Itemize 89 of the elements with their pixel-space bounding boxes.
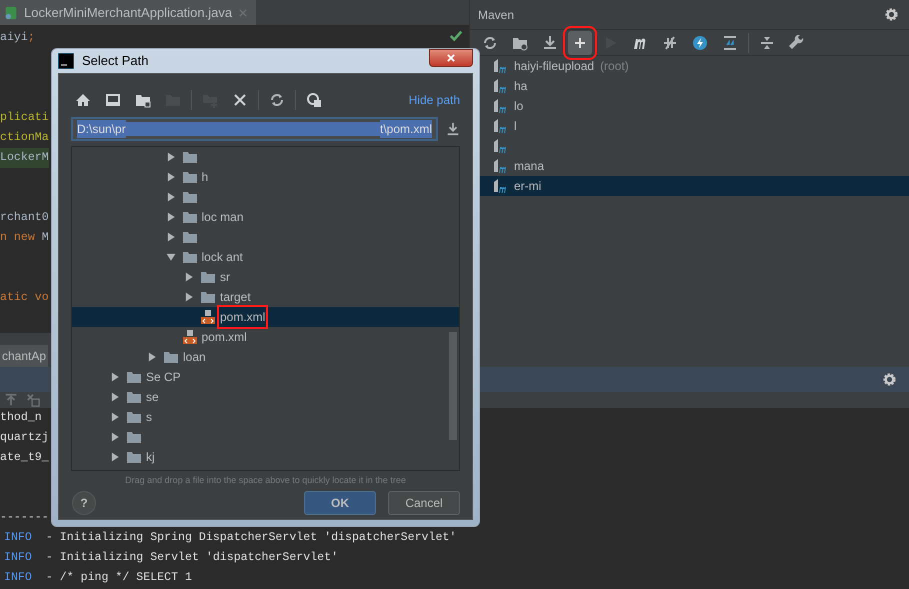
log-level: INFO [3, 571, 32, 584]
hide-path-link[interactable]: Hide path [408, 91, 460, 109]
refresh-icon [269, 92, 285, 108]
tree-row[interactable]: h [72, 167, 459, 187]
folder-icon [182, 229, 198, 245]
tree-row[interactable]: loan [72, 347, 459, 367]
settings-icon[interactable] [884, 7, 899, 22]
folder-icon [182, 249, 198, 265]
code-line: aiyi; [0, 30, 36, 46]
log-level: INFO [3, 551, 32, 564]
project-row[interactable]: mana [470, 156, 909, 176]
folder-icon [200, 289, 216, 305]
maven-module-icon [492, 98, 508, 114]
folder-icon [182, 209, 198, 225]
download-icon[interactable] [446, 122, 460, 136]
run-tab[interactable]: chantAp [0, 345, 48, 367]
app-logo-icon [58, 53, 74, 69]
tree-row[interactable]: loc man [72, 207, 459, 227]
folder-icon [200, 269, 216, 285]
desktop-icon [105, 92, 121, 108]
java-file-icon [4, 4, 18, 20]
tree-row[interactable]: pom.xml [72, 307, 459, 327]
console-text: ------- [0, 511, 49, 524]
log-level: INFO [3, 531, 32, 544]
folder-icon [126, 389, 142, 405]
wrench-icon [789, 34, 805, 50]
refresh-icon [482, 34, 498, 50]
close-icon [446, 53, 456, 63]
folder-icon [182, 189, 198, 205]
hint-text: Drag and drop a file into the space above to quickly locate it in the tree [124, 474, 407, 487]
skip-tests-icon [662, 34, 678, 50]
log-message: - /* ping */ SELECT 1 [46, 571, 192, 584]
maven-module-icon [492, 138, 508, 154]
xml-file-icon [182, 329, 198, 345]
folder-icon [126, 429, 142, 445]
path-input-field[interactable]: D:\sun\pr t\pom.xml [71, 117, 438, 141]
plus-button[interactable] [568, 30, 592, 54]
collapsed-arrow-icon[interactable] [147, 352, 157, 362]
folder-icon [182, 149, 198, 165]
editor-tab[interactable]: LockerMiniMerchantApplication.java [0, 0, 256, 25]
code-line: rchant0 [0, 210, 49, 226]
code-line: n new M [0, 230, 49, 246]
dialog-button[interactable]: Cancel [388, 491, 460, 515]
folder-icon [182, 169, 198, 185]
dialog-button[interactable]: OK [304, 491, 376, 515]
tree-row[interactable]: target [72, 287, 459, 307]
tree-row[interactable]: sr [72, 267, 459, 287]
tree-row[interactable]: pom.xml [72, 327, 459, 347]
settings-icon[interactable] [882, 372, 897, 387]
expand-icon [722, 34, 738, 50]
code-line: atic vo [0, 290, 49, 306]
maven-module-icon [492, 78, 508, 94]
project-row[interactable]: l [470, 116, 909, 136]
xml-file-icon [200, 309, 216, 325]
maven-module-icon [492, 118, 508, 134]
expanded-arrow-icon[interactable] [166, 252, 176, 262]
home-icon [75, 92, 91, 108]
folder-icon [126, 449, 142, 465]
maven-module-icon [492, 158, 508, 174]
folder-icon [163, 349, 179, 365]
folder-icon [126, 369, 142, 385]
close-button[interactable] [429, 49, 473, 67]
lightning-icon [692, 34, 708, 50]
download-icon [542, 34, 558, 50]
log-message: - Initializing Servlet 'dispatcherServlet' [46, 551, 338, 564]
folder-icon [135, 92, 151, 108]
panel-title: Maven [478, 6, 514, 24]
project-row[interactable]: lo [470, 96, 909, 116]
console-text: ate_t9_ [0, 451, 49, 464]
dialog-title: Select Path [82, 52, 148, 70]
code-line: plicati [0, 110, 49, 126]
help-button[interactable]: ? [72, 491, 96, 515]
console-text: thod_n [0, 411, 42, 424]
maven-module-icon [492, 178, 508, 194]
tree-row[interactable]: s [72, 407, 459, 427]
close-icon [232, 92, 248, 108]
tree-row[interactable]: lock ant [72, 247, 459, 267]
checkmark-icon [449, 29, 463, 43]
project-row[interactable]: haiyi-fileupload (root) [470, 56, 909, 76]
tree-row[interactable]: se [72, 387, 459, 407]
code-line: ctionMa [0, 130, 49, 146]
collapse-icon [759, 34, 775, 50]
log-message: - Initializing Spring DispatcherServlet 'dispatcherServlet' [46, 531, 456, 544]
project-row[interactable]: ha [470, 76, 909, 96]
scrollbar[interactable] [449, 332, 457, 440]
console-text: quartzj [0, 431, 49, 444]
tree-row[interactable]: kj [72, 447, 459, 467]
root-label: (root) [600, 58, 629, 75]
maven-module-icon [492, 58, 508, 74]
